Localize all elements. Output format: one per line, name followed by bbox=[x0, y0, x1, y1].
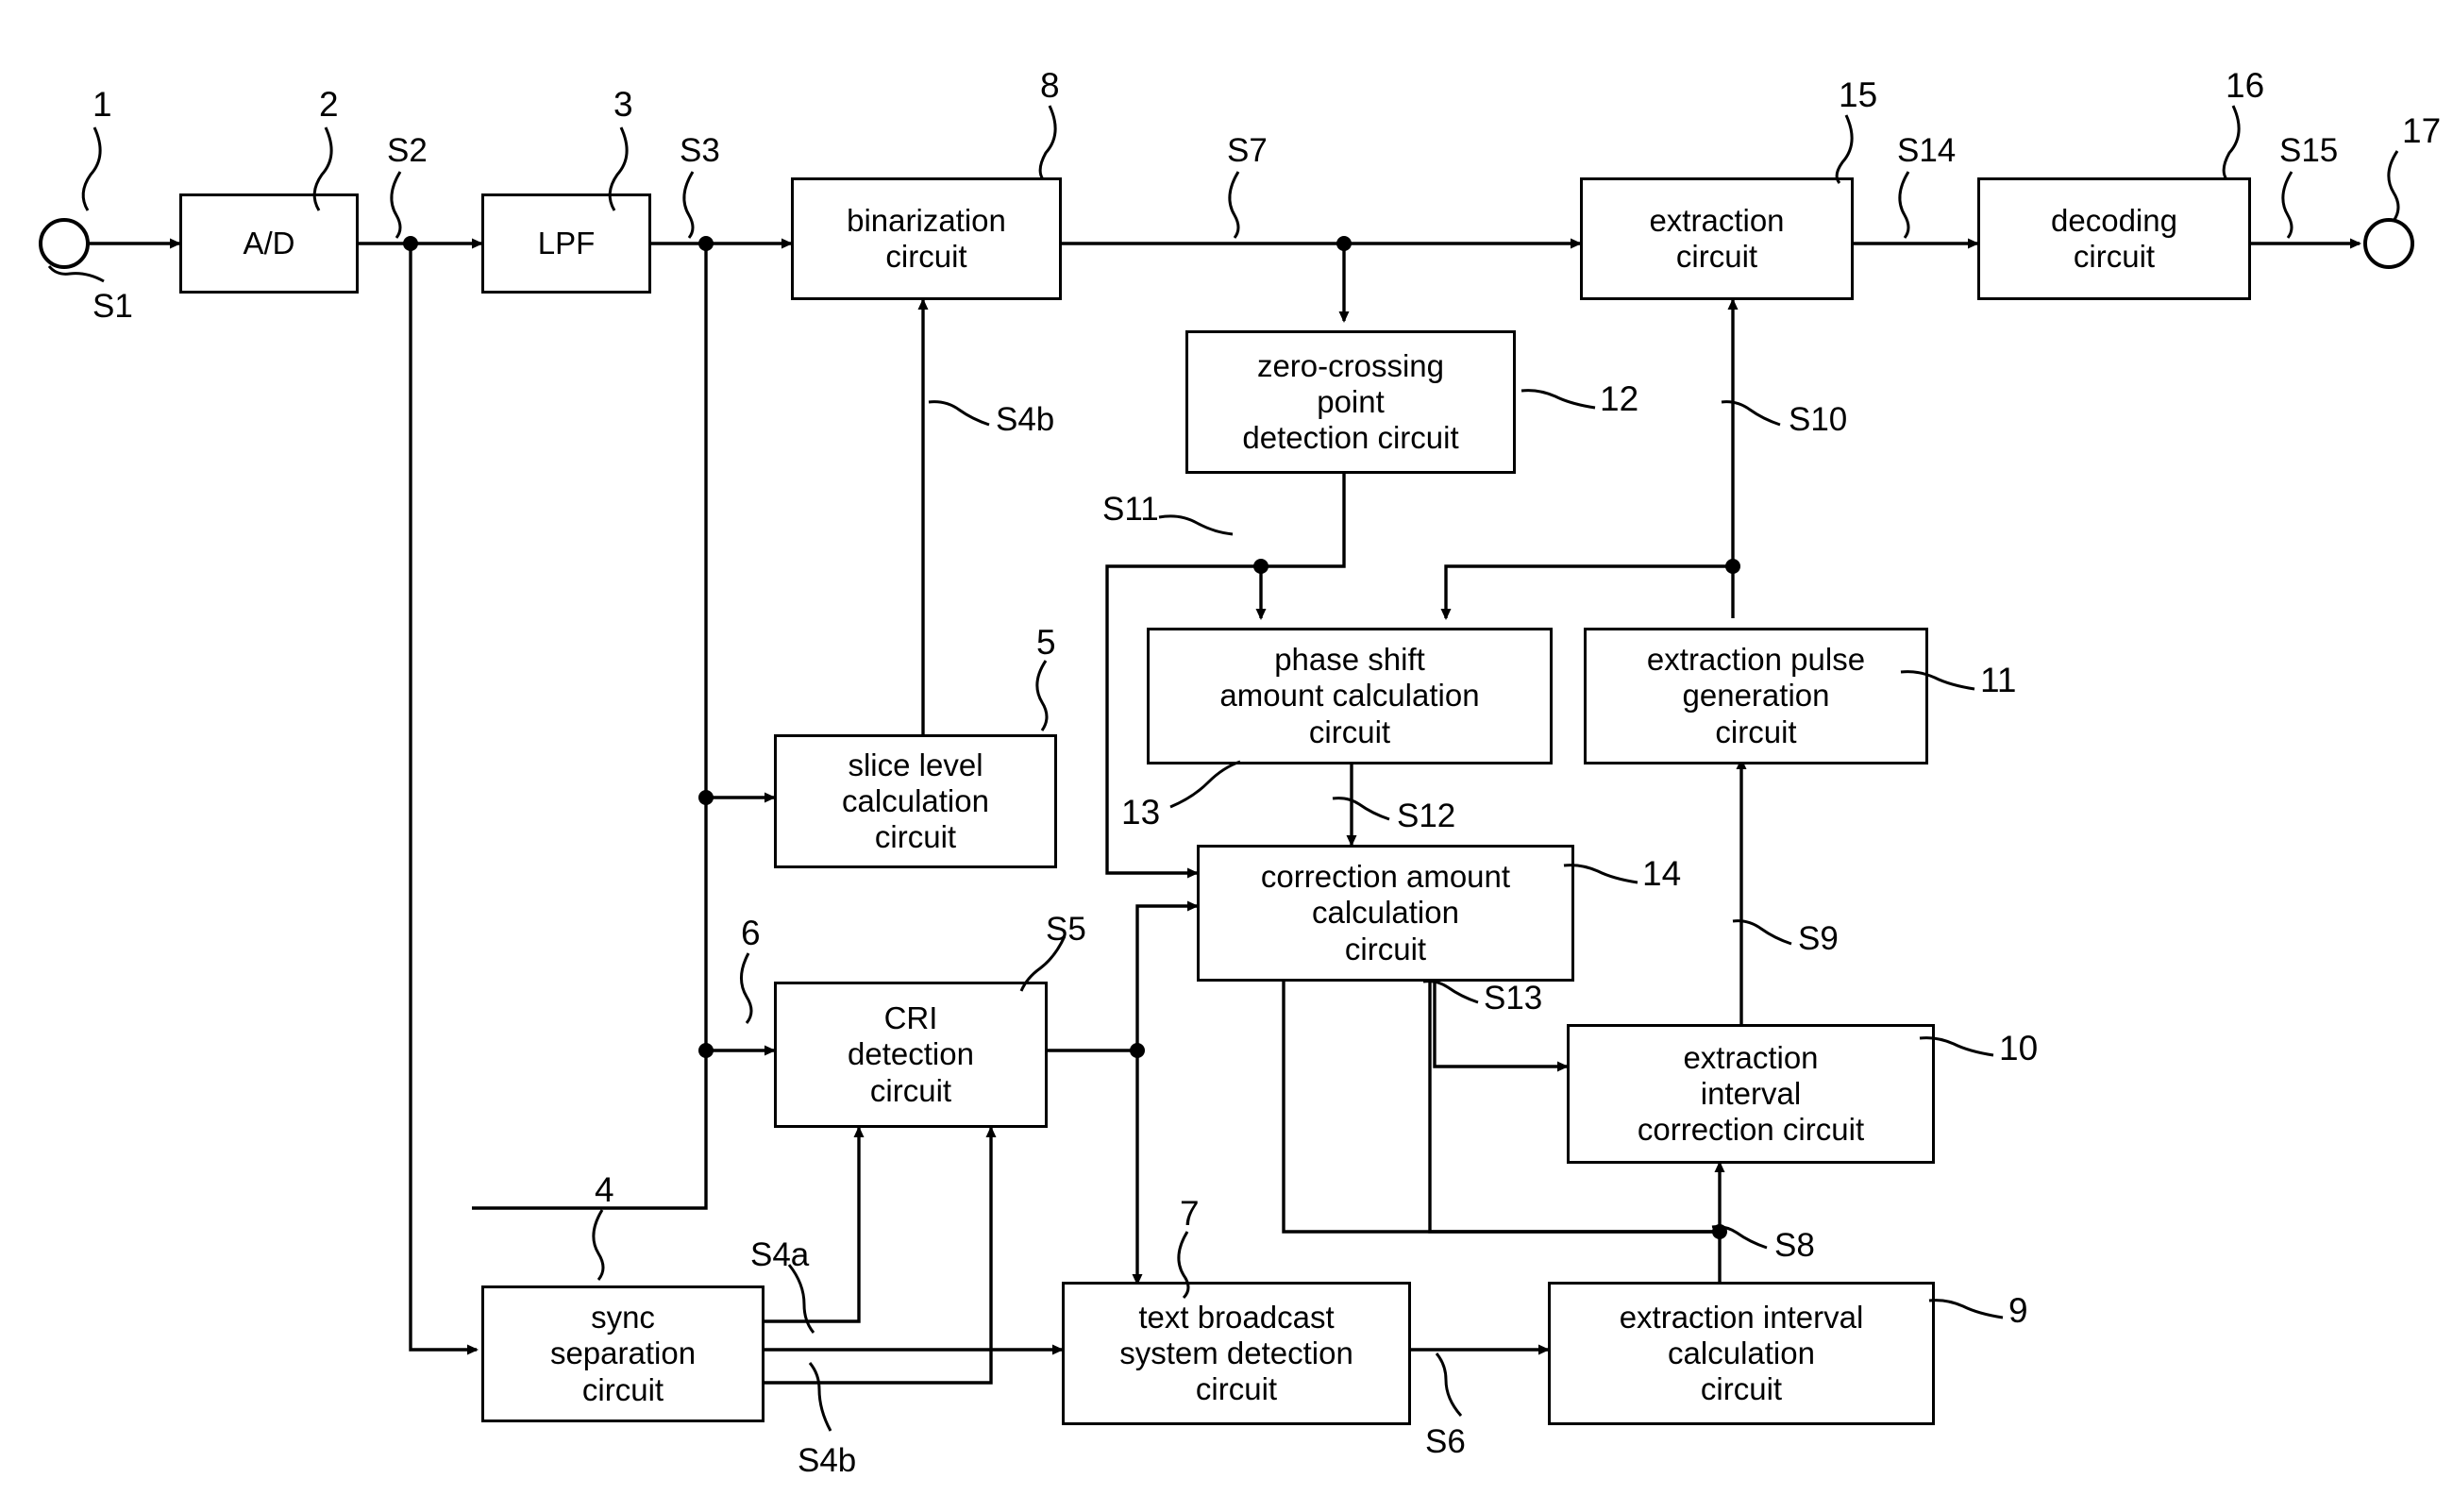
block-correct-line-2: circuit bbox=[1344, 931, 1427, 966]
block-cri-detection-circuit[interactable]: CRI detection circuit bbox=[774, 982, 1048, 1128]
block-cri-line-0: CRI bbox=[883, 1000, 938, 1036]
block-intervalc-line-0: extraction bbox=[1683, 1039, 1819, 1075]
block-sync-line-0: sync bbox=[591, 1300, 655, 1336]
signal-label-s13: S12 bbox=[1397, 798, 1456, 834]
block-cri-line-2: circuit bbox=[869, 1072, 952, 1108]
signal-label-s15: S14 bbox=[1897, 132, 1957, 169]
block-zero-line-0: zero-crossing bbox=[1256, 347, 1445, 383]
block-phase-shift-amount-calculation-circuit[interactable]: phase shift amount calculation circuit bbox=[1147, 628, 1553, 764]
block-phase-line-2: circuit bbox=[1308, 714, 1391, 749]
signal-label-s6: S5 bbox=[1046, 911, 1086, 948]
block-sync-separation-circuit[interactable]: sync separation circuit bbox=[481, 1285, 764, 1422]
block-textsys-line-0: text broadcast bbox=[1138, 1299, 1335, 1335]
block-intervalc-line-2: correction circuit bbox=[1637, 1112, 1865, 1148]
ref-numeral-9: 9 bbox=[2008, 1291, 2028, 1330]
ref-numeral-12: 12 bbox=[1600, 379, 1639, 418]
ref-numeral-6: 6 bbox=[741, 914, 761, 952]
block-zero-line-2: detection circuit bbox=[1242, 420, 1459, 456]
block-slice-level-calculation-circuit[interactable]: slice level calculation circuit bbox=[774, 734, 1057, 868]
block-slice-line-0: slice level bbox=[848, 747, 983, 782]
block-binarization-circuit[interactable]: binarization circuit bbox=[791, 177, 1062, 300]
ref-numeral-13: 13 bbox=[1121, 793, 1161, 832]
block-decoding-circuit[interactable]: decoding circuit bbox=[1977, 177, 2251, 300]
block-extraction-circuit[interactable]: extraction circuit bbox=[1580, 177, 1854, 300]
block-lpf-line-0: LPF bbox=[537, 225, 596, 260]
block-binarization-line-1: circuit bbox=[885, 239, 967, 274]
block-textsys-line-2: circuit bbox=[1195, 1371, 1278, 1407]
block-interval-line-1: calculation bbox=[1668, 1335, 1815, 1370]
ref-numeral-15: 15 bbox=[1839, 76, 1878, 114]
block-extraction-interval-correction-circuit[interactable]: extraction interval correction circuit bbox=[1567, 1024, 1935, 1164]
block-interval-line-2: circuit bbox=[1700, 1371, 1783, 1407]
block-binarization-line-0: binarization bbox=[847, 202, 1006, 238]
block-intervalc-line-1: interval bbox=[1700, 1075, 1802, 1111]
signal-label-s9: S8 bbox=[1774, 1227, 1815, 1264]
block-extraction-line-0: extraction bbox=[1649, 202, 1785, 238]
signal-label-s12: S11 bbox=[1102, 491, 1159, 528]
ref-numeral-8: 8 bbox=[1040, 66, 1060, 105]
block-ad[interactable]: A/D bbox=[179, 193, 359, 294]
block-sync-line-1: separation bbox=[549, 1336, 697, 1371]
ref-numeral-16: 16 bbox=[2226, 66, 2265, 105]
block-zero-line-1: point bbox=[1317, 383, 1385, 419]
block-sync-line-2: circuit bbox=[581, 1371, 664, 1407]
block-extraction-line-1: circuit bbox=[1675, 239, 1758, 274]
signal-label-s2: S2 bbox=[387, 132, 428, 169]
signal-label-s11: S10 bbox=[1789, 401, 1848, 438]
ref-numeral-11: 11 bbox=[1980, 661, 2017, 699]
block-textsys-line-1: system detection bbox=[1119, 1335, 1353, 1370]
ref-numeral-10: 10 bbox=[1999, 1029, 2039, 1067]
block-pulsegen-line-0: extraction pulse bbox=[1646, 642, 1866, 678]
signal-label-s10: S9 bbox=[1798, 920, 1839, 957]
signal-label-s14: S13 bbox=[1484, 980, 1543, 1016]
block-decoding-line-0: decoding bbox=[2051, 202, 2177, 238]
ref-numeral-17: 17 bbox=[2402, 111, 2442, 150]
block-decoding-line-1: circuit bbox=[2073, 239, 2156, 274]
block-extraction-pulse-generation-circuit[interactable]: extraction pulse generation circuit bbox=[1584, 628, 1928, 764]
block-correct-line-0: correction amount bbox=[1260, 859, 1511, 895]
block-correct-line-1: calculation bbox=[1312, 895, 1459, 931]
block-text-broadcast-system-detection-circuit[interactable]: text broadcast system detection circuit bbox=[1062, 1282, 1411, 1425]
block-extraction-interval-calculation-circuit[interactable]: extraction interval calculation circuit bbox=[1548, 1282, 1935, 1425]
signal-label-s8: S7 bbox=[1227, 132, 1268, 169]
signal-label-s7: S6 bbox=[1425, 1423, 1466, 1460]
ref-numeral-1: 1 bbox=[92, 85, 112, 124]
ref-numeral-7: 7 bbox=[1180, 1194, 1200, 1233]
signal-label-s4b: S4b bbox=[798, 1442, 857, 1479]
ref-numeral-3: 3 bbox=[613, 85, 633, 124]
block-zero-crossing-point-detection-circuit[interactable]: zero-crossing point detection circuit bbox=[1185, 330, 1516, 474]
block-ad-line-0: A/D bbox=[243, 225, 295, 260]
ref-numeral-4: 4 bbox=[595, 1170, 614, 1209]
block-slice-line-1: calculation bbox=[842, 782, 989, 818]
patent-figure: A/D LPF binarization circuit extraction … bbox=[0, 0, 2453, 1512]
signal-label-s4a: S4a bbox=[750, 1236, 810, 1273]
signal-label-s16: S15 bbox=[2279, 132, 2339, 169]
block-slice-line-2: circuit bbox=[874, 819, 957, 855]
block-pulsegen-line-1: generation bbox=[1682, 678, 1830, 714]
signal-label-s1: S1 bbox=[92, 288, 133, 325]
block-interval-line-0: extraction interval bbox=[1619, 1299, 1864, 1335]
block-cri-line-1: detection bbox=[848, 1036, 974, 1072]
signal-label-s3: S3 bbox=[680, 132, 720, 169]
signal-label-s5: S4b bbox=[996, 401, 1055, 438]
ref-numeral-5: 5 bbox=[1036, 623, 1056, 662]
ref-numeral-2: 2 bbox=[319, 85, 339, 124]
block-correction-amount-calculation-circuit[interactable]: correction amount calculation circuit bbox=[1197, 845, 1574, 982]
block-lpf[interactable]: LPF bbox=[481, 193, 651, 294]
block-phase-line-0: phase shift bbox=[1274, 642, 1425, 678]
block-phase-line-1: amount calculation bbox=[1219, 678, 1480, 714]
ref-numeral-14: 14 bbox=[1642, 854, 1682, 893]
block-pulsegen-line-2: circuit bbox=[1715, 714, 1797, 749]
